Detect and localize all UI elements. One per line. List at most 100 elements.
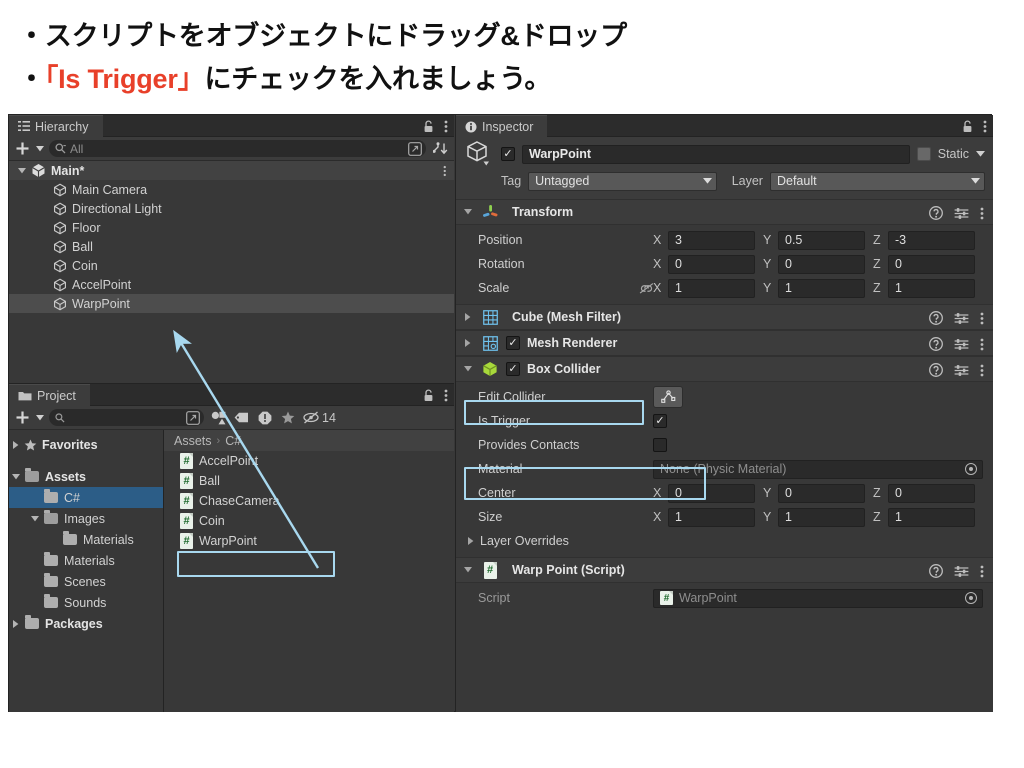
- hierarchy-item-coin[interactable]: Coin: [9, 256, 454, 275]
- breadcrumb-root[interactable]: Assets: [174, 434, 212, 448]
- hierarchy-item-accelpoint[interactable]: AccelPoint: [9, 275, 454, 294]
- preset-icon[interactable]: [954, 312, 969, 325]
- kebab-menu-icon[interactable]: [444, 389, 448, 402]
- kebab-menu-icon[interactable]: [980, 207, 984, 220]
- kebab-menu-icon[interactable]: [444, 120, 448, 133]
- object-field-material[interactable]: None (Physic Material): [653, 459, 983, 479]
- preset-icon[interactable]: [954, 364, 969, 377]
- project-folder-triangle[interactable]: [9, 619, 22, 628]
- preset-icon[interactable]: [954, 338, 969, 351]
- project-folder-materials[interactable]: Materials: [9, 529, 163, 550]
- field-scale-z[interactable]: 1: [888, 278, 975, 298]
- window-picker-icon[interactable]: [186, 410, 200, 425]
- checkbox-is-trigger[interactable]: ✓: [653, 414, 667, 428]
- help-icon[interactable]: [929, 311, 943, 325]
- field-center-z[interactable]: 0: [888, 483, 975, 503]
- component-header-mesh-renderer[interactable]: ✓ Mesh Renderer: [456, 330, 993, 356]
- static-checkbox[interactable]: [916, 147, 931, 161]
- object-field-script[interactable]: # WarpPoint: [653, 588, 983, 608]
- component-foldout-triangle[interactable]: [461, 366, 474, 372]
- field-position-z[interactable]: -3: [888, 230, 975, 250]
- field-scale-y[interactable]: 1: [778, 278, 865, 298]
- project-create-button[interactable]: [11, 408, 33, 427]
- lock-icon[interactable]: [423, 119, 434, 133]
- project-folder-triangle[interactable]: [28, 515, 41, 522]
- hierarchy-item-directional-light[interactable]: Directional Light: [9, 199, 454, 218]
- edit-collider-button[interactable]: [653, 386, 683, 408]
- tab-project[interactable]: Project: [9, 384, 90, 406]
- constrain-proportions-off-icon[interactable]: [639, 282, 654, 294]
- component-foldout-triangle[interactable]: [461, 209, 474, 215]
- tag-dropdown[interactable]: Untagged: [528, 171, 717, 191]
- project-asset-coin[interactable]: # Coin: [164, 511, 454, 531]
- object-picker-icon[interactable]: [965, 592, 977, 604]
- kebab-menu-icon[interactable]: [980, 364, 984, 377]
- project-folder-triangle[interactable]: [9, 440, 22, 449]
- favorites-filter-icon[interactable]: [276, 408, 299, 427]
- warning-filter-icon[interactable]: [253, 408, 276, 427]
- asset-type-filter-icon[interactable]: [207, 408, 230, 427]
- component-enabled-checkbox[interactable]: ✓: [506, 362, 520, 376]
- hierarchy-item-floor[interactable]: Floor: [9, 218, 454, 237]
- project-asset-ball[interactable]: # Ball: [164, 471, 454, 491]
- help-icon[interactable]: [929, 337, 943, 351]
- component-foldout-triangle[interactable]: [461, 313, 474, 321]
- project-asset-accelpoint[interactable]: # AccelPoint: [164, 451, 454, 471]
- project-asset-warppoint[interactable]: # WarpPoint: [164, 531, 454, 551]
- component-foldout-triangle[interactable]: [461, 339, 474, 347]
- kebab-menu-icon[interactable]: [983, 120, 987, 133]
- preset-icon[interactable]: [954, 207, 969, 220]
- kebab-menu-icon[interactable]: [980, 312, 984, 325]
- lock-icon[interactable]: [423, 388, 434, 402]
- project-folder-assets[interactable]: Assets: [9, 466, 163, 487]
- project-folder-favorites[interactable]: Favorites: [9, 434, 163, 455]
- hierarchy-sort-icon[interactable]: [429, 139, 452, 158]
- help-icon[interactable]: [929, 206, 943, 220]
- project-folder-triangle[interactable]: [9, 473, 22, 480]
- hidden-packages-icon[interactable]: [299, 408, 321, 427]
- window-picker-icon[interactable]: [408, 141, 422, 156]
- project-create-caret-icon[interactable]: [33, 408, 46, 427]
- kebab-menu-icon[interactable]: [980, 338, 984, 351]
- project-folder-c[interactable]: C#: [9, 487, 163, 508]
- project-search-input[interactable]: [49, 409, 204, 426]
- field-rotation-y[interactable]: 0: [778, 254, 865, 274]
- tab-hierarchy[interactable]: Hierarchy: [9, 115, 103, 137]
- component-foldout-triangle[interactable]: [461, 567, 474, 573]
- project-folder-scenes[interactable]: Scenes: [9, 571, 163, 592]
- field-center-x[interactable]: 0: [668, 483, 755, 503]
- component-header-box-collider[interactable]: ✓ Box Collider: [456, 356, 993, 382]
- component-header-transform[interactable]: Transform: [456, 199, 993, 225]
- checkbox-provides-contacts[interactable]: [653, 438, 667, 452]
- hierarchy-item-main[interactable]: Main*: [9, 161, 454, 180]
- gameobject-name-field[interactable]: WarpPoint: [522, 144, 910, 164]
- field-scale-x[interactable]: 1: [668, 278, 755, 298]
- hierarchy-item-ball[interactable]: Ball: [9, 237, 454, 256]
- preset-icon[interactable]: [954, 565, 969, 578]
- field-center-y[interactable]: 0: [778, 483, 865, 503]
- hierarchy-create-caret-icon[interactable]: [33, 139, 46, 158]
- label-filter-icon[interactable]: [230, 408, 253, 427]
- component-enabled-checkbox[interactable]: ✓: [506, 336, 520, 350]
- hierarchy-item-warppoint[interactable]: WarpPoint: [9, 294, 454, 313]
- help-icon[interactable]: [929, 564, 943, 578]
- field-size-x[interactable]: 1: [668, 507, 755, 527]
- hierarchy-search-input[interactable]: All: [49, 140, 426, 157]
- field-size-y[interactable]: 1: [778, 507, 865, 527]
- object-picker-icon[interactable]: [965, 463, 977, 475]
- layer-dropdown[interactable]: Default: [769, 171, 985, 191]
- hierarchy-item-main-camera[interactable]: Main Camera: [9, 180, 454, 199]
- project-asset-chasecamera[interactable]: # ChaseCamera: [164, 491, 454, 511]
- project-folder-sounds[interactable]: Sounds: [9, 592, 163, 613]
- help-icon[interactable]: [929, 363, 943, 377]
- tab-inspector[interactable]: Inspector: [456, 115, 548, 137]
- kebab-menu-icon[interactable]: [980, 565, 984, 578]
- hierarchy-create-button[interactable]: [11, 139, 33, 158]
- field-size-z[interactable]: 1: [888, 507, 975, 527]
- field-position-x[interactable]: 3: [668, 230, 755, 250]
- layer-overrides-triangle[interactable]: [464, 537, 477, 545]
- lock-icon[interactable]: [962, 119, 973, 133]
- field-rotation-z[interactable]: 0: [888, 254, 975, 274]
- project-folder-images[interactable]: Images: [9, 508, 163, 529]
- project-folder-materials[interactable]: Materials: [9, 550, 163, 571]
